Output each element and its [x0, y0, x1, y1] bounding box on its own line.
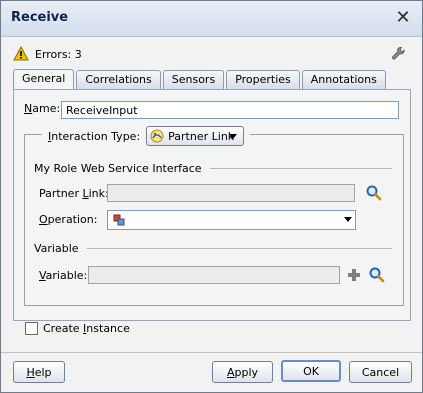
tab-annotations[interactable]: Annotations	[301, 70, 386, 89]
warning-icon	[13, 45, 29, 62]
tab-general[interactable]: General	[13, 69, 75, 89]
cancel-button-label: Cancel	[361, 365, 400, 379]
operation-dropdown[interactable]	[107, 210, 356, 230]
my-role-section-title: My Role Web Service Interface	[34, 162, 202, 175]
variable-separator	[86, 248, 392, 249]
errors-indicator: Errors: 3	[13, 45, 82, 62]
window-title: Receive	[11, 10, 69, 25]
chevron-down-icon	[344, 217, 352, 222]
variable-row: Variable:	[39, 269, 87, 282]
apply-button-label: Apply	[226, 365, 259, 379]
interaction-type-value: Partner Link	[168, 129, 235, 143]
cancel-button[interactable]: Cancel	[349, 361, 412, 383]
variable-section-header: Variable	[34, 242, 392, 255]
tab-sensors[interactable]: Sensors	[162, 70, 225, 89]
errors-label: Errors: 3	[35, 47, 82, 61]
name-row: Name:	[24, 102, 60, 115]
ok-button[interactable]: OK	[281, 360, 341, 382]
receive-dialog: Receive ✕ Errors: 3 General Correlations…	[0, 0, 423, 393]
tab-strip: General Correlations Sensors Properties …	[13, 69, 386, 90]
help-button[interactable]: Help	[13, 361, 65, 383]
help-button-label: Help	[26, 365, 52, 379]
general-panel: Name: Interaction Type: Partner Link	[13, 89, 411, 321]
variable-input[interactable]	[88, 266, 340, 284]
variable-section-title: Variable	[34, 242, 79, 255]
create-instance-label: Create Instance	[43, 322, 130, 335]
close-icon[interactable]: ✕	[394, 9, 412, 27]
operation-label: Operation:	[39, 213, 98, 226]
my-role-section-header: My Role Web Service Interface	[34, 162, 392, 175]
create-instance-checkbox[interactable]	[25, 322, 38, 335]
add-icon[interactable]	[345, 266, 363, 284]
my-role-separator	[209, 168, 392, 169]
title-bar: Receive ✕	[1, 1, 422, 37]
search-icon[interactable]	[368, 266, 386, 284]
partner-link-input[interactable]	[107, 184, 355, 202]
interaction-type-dropdown[interactable]: Partner Link	[146, 126, 245, 146]
partner-link-label: Partner Link:	[39, 187, 109, 200]
operation-row: Operation:	[39, 213, 97, 226]
name-input[interactable]	[61, 101, 399, 119]
chevron-down-icon	[229, 134, 238, 139]
tab-correlations[interactable]: Correlations	[76, 70, 161, 89]
create-instance-label-row: Create Instance	[43, 322, 130, 335]
operation-icon	[113, 214, 125, 226]
wrench-icon[interactable]	[390, 45, 408, 63]
variable-label: Variable:	[39, 269, 88, 282]
name-label: Name:	[24, 102, 61, 115]
tab-properties[interactable]: Properties	[226, 70, 300, 89]
partner-link-row: Partner Link:	[39, 187, 109, 200]
interaction-type-row: Interaction Type: Partner Link	[42, 126, 251, 146]
search-icon[interactable]	[365, 184, 383, 202]
interaction-type-label: Interaction Type:	[48, 129, 141, 143]
apply-button[interactable]: Apply	[212, 361, 273, 383]
partner-link-icon	[150, 129, 164, 143]
ok-button-label: OK	[303, 364, 319, 378]
bottom-separator	[1, 352, 422, 353]
